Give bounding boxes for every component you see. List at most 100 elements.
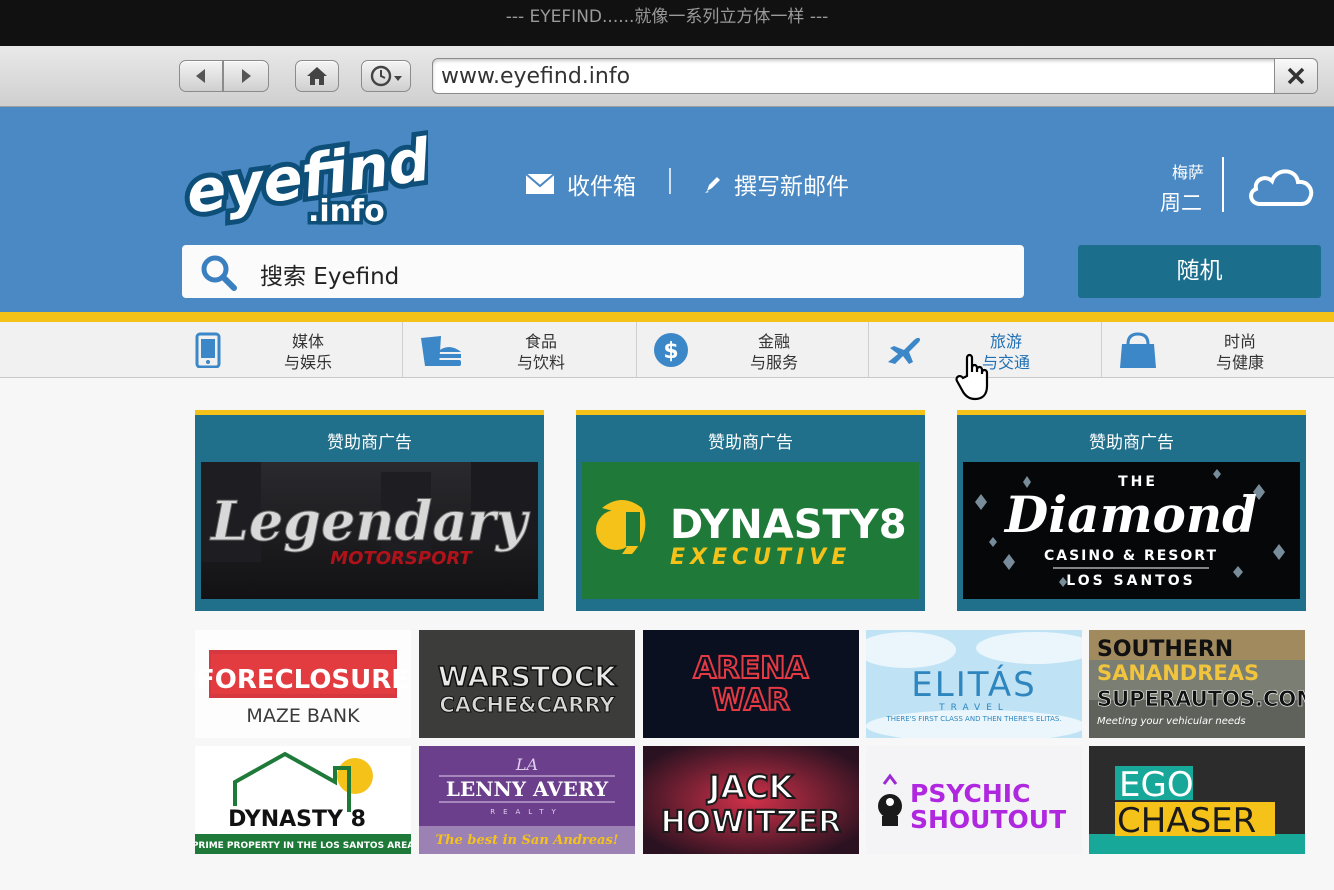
svg-text:SUPERAUTOS.COM: SUPERAUTOS.COM (1097, 687, 1305, 711)
svg-text:PRIME PROPERTY IN THE LOS SANT: PRIME PROPERTY IN THE LOS SANTOS AREA (195, 841, 411, 851)
category-fashion[interactable]: 时尚 与健康 (1118, 322, 1334, 377)
svg-text:DYNASTY8: DYNASTY8 (670, 502, 907, 548)
weather-day: 周二 (1160, 191, 1202, 215)
category-food[interactable]: 食品 与饮料 (419, 322, 652, 377)
address-bar[interactable]: www.eyefind.info (432, 58, 1318, 94)
search-icon (201, 255, 237, 291)
svg-text:REALTY: REALTY (490, 808, 564, 816)
link-divider (669, 168, 671, 194)
cloud-icon (1249, 169, 1314, 206)
svg-text:CASINO & RESORT: CASINO & RESORT (1044, 548, 1218, 564)
svg-text:DYNASTY 8: DYNASTY 8 (228, 807, 366, 832)
svg-text:THERE'S FIRST CLASS AND THEN T: THERE'S FIRST CLASS AND THEN THERE'S ELI… (885, 715, 1061, 723)
search-box[interactable]: 搜索 Eyefind (182, 245, 1024, 298)
weather-divider (1222, 157, 1224, 212)
home-button[interactable] (295, 60, 339, 92)
category-finance-label: 金融 与服务 (749, 332, 798, 372)
category-fashion-label: 时尚 与健康 (1215, 332, 1264, 372)
home-icon (307, 67, 327, 85)
header-accent-stripe (0, 312, 1334, 322)
tile-southern-sa-superautos[interactable]: SOUTHERN SANANDREAS SUPERAUTOS.COM Meeti… (1089, 630, 1305, 738)
window-title: --- EYEFIND......就像一系列立方体一样 --- (505, 7, 829, 27)
inbox-link[interactable]: 收件箱 (525, 167, 636, 201)
close-icon (1287, 67, 1305, 85)
tile-lenny-avery-realty[interactable]: LA LENNY AVERY REALTY The best in San An… (419, 746, 635, 854)
svg-text:WAR: WAR (712, 683, 790, 718)
svg-text:ELITÁS: ELITÁS (911, 664, 1036, 705)
category-media[interactable]: 媒体 与娱乐 (193, 322, 426, 377)
site-header: eyefind .info 收件箱 撰写新邮件 梅萨 周二 搜索 Eyefind… (0, 107, 1334, 312)
back-button[interactable] (179, 60, 223, 92)
eyefind-logo[interactable]: eyefind .info (178, 125, 428, 235)
plane-icon (888, 337, 921, 364)
svg-text:WARSTOCK: WARSTOCK (438, 660, 617, 693)
sponsor-label: 赞助商广告 (708, 433, 793, 453)
svg-text:SHOUTOUT: SHOUTOUT (910, 805, 1066, 834)
svg-text:EXECUTIVE: EXECUTIVE (670, 545, 851, 570)
svg-text:SANANDREAS: SANANDREAS (1097, 661, 1259, 685)
category-divider (868, 322, 869, 377)
svg-text:MAZE BANK: MAZE BANK (246, 705, 360, 727)
tile-warstock[interactable]: WARSTOCK CACHE&CARRY (419, 630, 635, 738)
sponsor-label: 赞助商广告 (327, 433, 412, 453)
random-button[interactable]: 随机 (1078, 245, 1321, 298)
phone-icon (195, 332, 221, 368)
clock-icon (370, 65, 402, 87)
svg-text:PSYCHIC: PSYCHIC (910, 779, 1030, 808)
category-divider (402, 322, 403, 377)
tile-arena-war[interactable]: ARENA WAR (643, 630, 859, 738)
svg-text:EGO: EGO (1119, 765, 1194, 805)
diamond-casino-banner[interactable]: THE Diamond CASINO & RESORT LOS SANTOS (963, 462, 1300, 599)
hand-cursor-icon (955, 353, 989, 401)
svg-text:FORECLOSURE: FORECLOSURE (197, 665, 409, 695)
sponsor-ad-dynasty8-executive[interactable]: 赞助商广告 DYNASTY8 EXECUTIVE (576, 410, 925, 611)
category-finance[interactable]: $ 金融 与服务 (652, 322, 885, 377)
sponsor-ad-diamond-casino[interactable]: 赞助商广告 THE Diamond CASINO & RESORT LOS SA… (957, 410, 1306, 611)
category-travel[interactable]: 旅游 与交通 (884, 322, 1117, 377)
sponsor-label: 赞助商广告 (1089, 433, 1174, 453)
dynasty8-executive-banner[interactable]: DYNASTY8 EXECUTIVE (582, 462, 919, 599)
svg-text:eyefind: eyefind (182, 125, 428, 226)
forward-button[interactable] (223, 60, 269, 92)
svg-text:ARENA: ARENA (693, 651, 809, 686)
category-divider (636, 322, 637, 377)
forward-arrow-icon (242, 69, 251, 83)
compose-link[interactable]: 撰写新邮件 (704, 167, 849, 201)
window-title-bar: --- EYEFIND......就像一系列立方体一样 --- (0, 0, 1334, 46)
tile-jack-howitzer[interactable]: JACK HOWITZER (643, 746, 859, 854)
burger-icon (421, 336, 461, 366)
category-media-label: 媒体 与娱乐 (283, 332, 332, 372)
tile-elitas-travel[interactable]: ELITÁS TRAVEL THERE'S FIRST CLASS AND TH… (866, 630, 1082, 738)
svg-text:CACHE&CARRY: CACHE&CARRY (439, 693, 615, 717)
browser-toolbar: www.eyefind.info (0, 46, 1334, 107)
svg-text:Meeting your vehicular needs: Meeting your vehicular needs (1097, 716, 1246, 727)
search-input[interactable]: 搜索 Eyefind (260, 257, 399, 291)
svg-text:LENNY AVERY: LENNY AVERY (446, 777, 609, 801)
envelope-icon (525, 173, 555, 194)
tile-dynasty8[interactable]: DYNASTY 8 PRIME PROPERTY IN THE LOS SANT… (195, 746, 411, 854)
legendary-motorsport-banner[interactable]: Legendary MOTORSPORT (201, 462, 538, 599)
tile-foreclosure-maze-bank[interactable]: FORECLOSURE MAZE BANK (195, 630, 411, 738)
sponsor-ad-legendary[interactable]: 赞助商广告 Legendary MOTORSPORT (195, 410, 544, 611)
url-text[interactable]: www.eyefind.info (441, 64, 630, 89)
svg-text:SOUTHERN: SOUTHERN (1097, 637, 1233, 662)
svg-text:The best in San Andreas!: The best in San Andreas! (435, 833, 618, 848)
pencil-icon (705, 177, 720, 193)
inbox-label: 收件箱 (567, 174, 636, 200)
category-divider (1101, 322, 1102, 377)
svg-text:MOTORSPORT: MOTORSPORT (330, 548, 473, 569)
dollar-icon: $ (654, 333, 688, 367)
category-nav: 媒体 与娱乐 食品 与饮料 $ 金融 与服务 旅游 与交通 时尚 与健康 (0, 322, 1334, 378)
svg-text:HOWITZER: HOWITZER (661, 805, 842, 840)
tile-ego-chaser[interactable]: EGO CHASER (1089, 746, 1305, 854)
svg-text:TRAVEL: TRAVEL (938, 703, 1009, 713)
svg-text:Diamond: Diamond (1003, 485, 1257, 544)
svg-text:Legendary: Legendary (209, 489, 531, 553)
tile-psychic-shoutout[interactable]: PSYCHIC SHOUTOUT (866, 746, 1082, 854)
compose-label: 撰写新邮件 (734, 174, 849, 200)
clear-url-button[interactable] (1274, 59, 1317, 93)
svg-text:$: $ (663, 339, 678, 364)
history-button[interactable] (361, 60, 411, 92)
shopping-bag-icon (1120, 332, 1156, 368)
back-arrow-icon (196, 69, 205, 83)
